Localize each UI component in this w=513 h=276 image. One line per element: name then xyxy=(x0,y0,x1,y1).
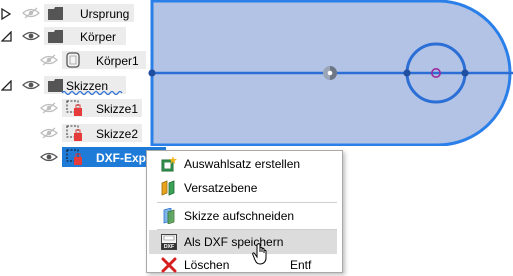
sketch-icon xyxy=(66,100,82,116)
origin-point-icon[interactable] xyxy=(323,66,337,80)
tree-chip-ursprung[interactable]: Ursprung xyxy=(44,4,134,22)
menu-item-als-dxf-speichern[interactable]: DXF Als DXF speichern xyxy=(149,230,337,254)
hand-cursor-icon xyxy=(252,243,267,265)
collapse-arrow-icon[interactable] xyxy=(1,31,12,42)
sketch-point[interactable] xyxy=(461,69,469,77)
menu-item-label: Auswahlsatz erstellen xyxy=(184,157,301,171)
tree-row-koerper[interactable]: Körper xyxy=(0,26,148,46)
sketch-canvas[interactable] xyxy=(148,0,513,146)
tree-row-dxf-export[interactable]: DXF-Export xyxy=(0,147,170,167)
svg-text:DXF: DXF xyxy=(164,244,174,250)
context-menu: Auswahlsatz erstellen Versatzebene Skizz… xyxy=(146,150,343,273)
visibility-off-icon[interactable] xyxy=(40,102,58,114)
visibility-off-icon[interactable] xyxy=(40,54,58,66)
tree-label-ursprung: Ursprung xyxy=(80,7,130,21)
wavy-underline xyxy=(62,90,123,95)
dxf-icon: DXF xyxy=(161,234,177,250)
visibility-on-icon[interactable] xyxy=(22,79,40,91)
offset-plane-icon xyxy=(161,180,175,196)
tree-chip-skizzen[interactable]: Skizzen xyxy=(44,76,126,95)
tree-label-skizze2: Skizze2 xyxy=(96,127,139,141)
slice-sketch-icon xyxy=(163,208,175,224)
tree-chip-skizze2[interactable]: Skizze2 xyxy=(62,124,142,142)
tree-row-ursprung[interactable]: Ursprung xyxy=(0,3,148,23)
visibility-off-icon[interactable] xyxy=(22,7,40,19)
visibility-on-icon[interactable] xyxy=(40,151,58,163)
tree-chip-skizze1[interactable]: Skizze1 xyxy=(62,99,142,117)
sketch-icon xyxy=(66,125,82,141)
tree-chip-koerper1[interactable]: Körper1 xyxy=(62,51,146,69)
tree-row-skizze1[interactable]: Skizze1 xyxy=(0,98,148,118)
menu-item-shortcut: Entf xyxy=(290,258,312,272)
selection-set-icon xyxy=(161,156,177,172)
sketch-point[interactable] xyxy=(148,69,156,77)
tree-label-koerper1: Körper1 xyxy=(96,54,139,68)
menu-item-loeschen[interactable]: Löschen Entf xyxy=(149,254,337,276)
menu-item-label: Skizze aufschneiden xyxy=(184,209,295,223)
folder-icon xyxy=(48,30,63,43)
tree-row-skizzen[interactable]: Skizzen xyxy=(0,75,148,95)
tree-row-koerper1[interactable]: Körper1 xyxy=(0,50,148,70)
visibility-on-icon[interactable] xyxy=(22,30,40,42)
tree-label-skizze1: Skizze1 xyxy=(96,102,139,116)
expand-arrow-icon[interactable] xyxy=(1,8,11,20)
menu-item-skizze-aufschneiden[interactable]: Skizze aufschneiden xyxy=(149,205,337,227)
tree-label-koerper: Körper xyxy=(80,30,117,44)
menu-item-label: Löschen xyxy=(184,258,230,272)
folder-icon xyxy=(48,7,63,20)
menu-item-auswahlsatz-erstellen[interactable]: Auswahlsatz erstellen xyxy=(149,153,337,175)
body-icon xyxy=(66,52,80,68)
menu-item-versatzebene[interactable]: Versatzebene xyxy=(149,177,337,199)
sketch-icon xyxy=(66,149,82,165)
menu-item-label: Versatzebene xyxy=(184,181,258,195)
tree-row-skizze2[interactable]: Skizze2 xyxy=(0,123,148,143)
menu-separator xyxy=(157,202,337,203)
visibility-off-icon[interactable] xyxy=(40,127,58,139)
collapse-arrow-icon[interactable] xyxy=(1,80,12,91)
tree-chip-koerper[interactable]: Körper xyxy=(44,27,126,45)
sketch-point[interactable] xyxy=(403,69,411,77)
